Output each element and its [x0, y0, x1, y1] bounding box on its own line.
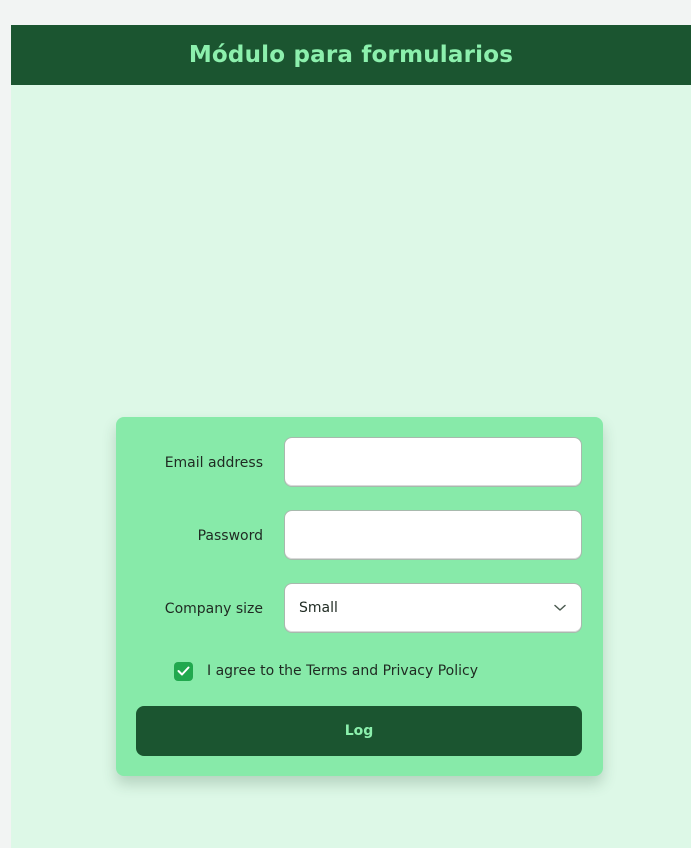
checkmark-icon — [177, 666, 190, 676]
password-field-box — [284, 510, 582, 560]
agree-terms-checkbox[interactable] — [174, 661, 193, 681]
chevron-down-icon — [553, 601, 567, 615]
agree-terms-label: I agree to the Terms and Privacy Policy — [207, 663, 478, 679]
password-row: Password — [116, 510, 603, 562]
log-button[interactable]: Log — [136, 706, 582, 756]
browser-top-gap — [11, 0, 691, 25]
email-row: Email address — [116, 437, 603, 489]
company-size-select[interactable]: Small — [284, 583, 582, 633]
company-size-selected-value: Small — [299, 600, 338, 616]
email-label: Email address — [164, 455, 263, 471]
password-field[interactable] — [285, 511, 581, 559]
login-form-card: Email address Password Company size Smal… — [116, 417, 603, 776]
page-title: Módulo para formularios — [188, 42, 514, 68]
page: Módulo para formularios Email address Pa… — [11, 0, 691, 848]
company-size-label: Company size — [164, 601, 263, 617]
password-label: Password — [197, 528, 263, 544]
agree-terms-row: I agree to the Terms and Privacy Policy — [174, 660, 478, 682]
company-size-row: Company size Small — [116, 583, 603, 635]
email-field[interactable] — [285, 438, 581, 486]
email-field-box — [284, 437, 582, 487]
page-header: Módulo para formularios — [11, 25, 691, 85]
